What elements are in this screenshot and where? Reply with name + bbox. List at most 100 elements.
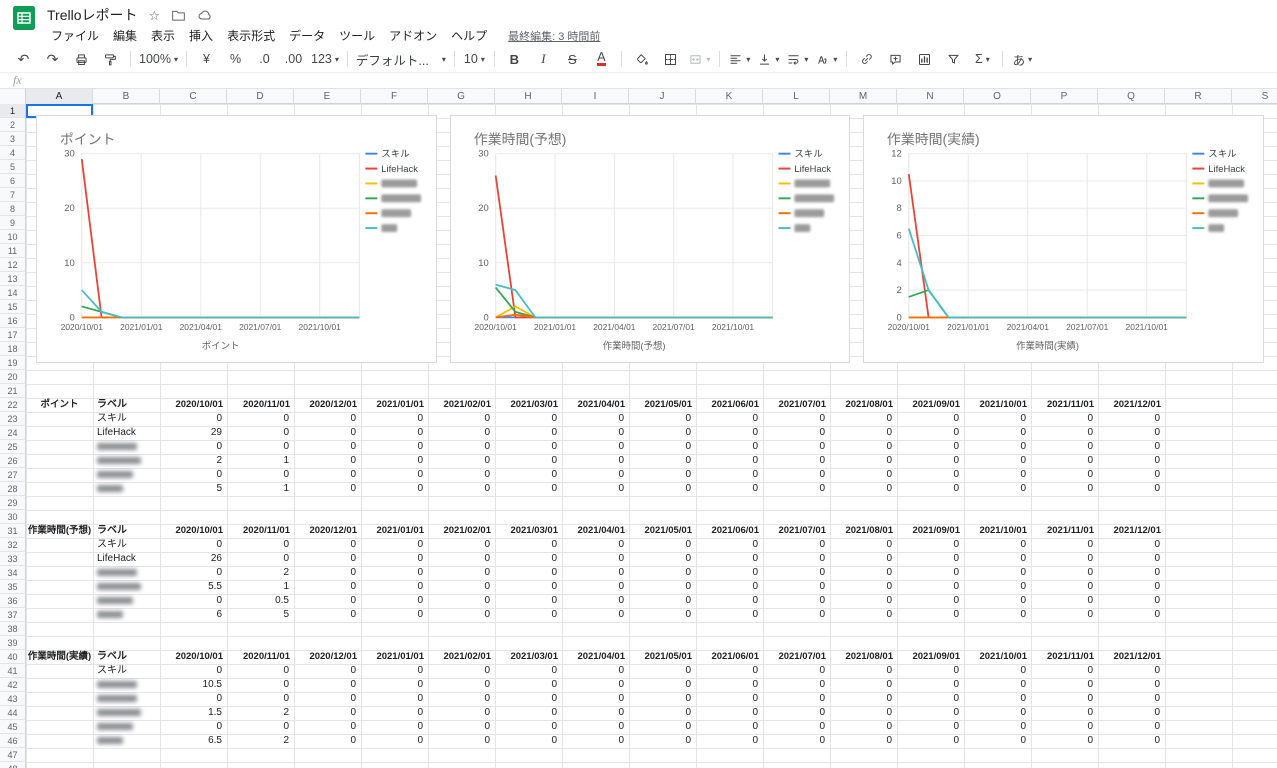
cell[interactable]: 2020/11/01 [227,650,294,664]
cell[interactable]: 0 [897,678,964,692]
cell[interactable] [93,706,160,720]
cell[interactable]: 2021/11/01 [1031,524,1098,538]
cell[interactable]: 0 [227,468,294,482]
column-header[interactable]: F [361,89,428,104]
font-size-select[interactable]: 10 ▾ [460,48,489,70]
menu-item[interactable]: ツール [332,27,382,44]
cell[interactable]: 0 [361,440,428,454]
cell[interactable]: 0 [964,594,1031,608]
cell[interactable]: 2020/10/01 [160,524,227,538]
cell[interactable]: 2021/12/01 [1098,398,1165,412]
cell[interactable]: 0 [696,412,763,426]
cell[interactable]: 2021/09/01 [897,524,964,538]
merge-cells-button[interactable]: ▾ [685,48,714,70]
cell[interactable]: 0 [629,538,696,552]
input-tools-button[interactable]: あ ▾ [1008,48,1037,70]
cell[interactable]: 0 [1031,566,1098,580]
cell[interactable]: 0 [897,720,964,734]
cell[interactable]: 0 [361,468,428,482]
cell[interactable]: 0 [294,608,361,622]
cell[interactable]: 0 [227,664,294,678]
cell[interactable]: 10.5 [160,678,227,692]
cell[interactable]: 0 [495,678,562,692]
cell[interactable]: 0 [629,608,696,622]
cell[interactable]: 0 [964,426,1031,440]
sheets-logo-icon[interactable] [11,5,37,31]
row-header[interactable]: 23 [0,412,26,426]
cell[interactable]: 0 [830,692,897,706]
cell[interactable]: 1 [227,454,294,468]
cell[interactable]: 0 [495,664,562,678]
chart-hours-actual[interactable]: 作業時間(実績) 0 2 4 6 8 10 12 2020/10/01 2021/01/01 202… [863,115,1264,363]
cell[interactable] [93,678,160,692]
cell[interactable]: 0 [1031,608,1098,622]
column-header[interactable]: P [1031,89,1098,104]
cell[interactable]: 0 [361,538,428,552]
column-header[interactable]: H [495,89,562,104]
cell[interactable]: 0 [562,426,629,440]
cell[interactable]: 0 [160,664,227,678]
row-header[interactable]: 14 [0,286,26,300]
cell[interactable]: 2021/04/01 [562,650,629,664]
cell[interactable]: 0 [696,440,763,454]
cell[interactable]: 0 [629,454,696,468]
column-header[interactable]: I [562,89,629,104]
cell[interactable]: 2021/11/01 [1031,650,1098,664]
strikethrough-button[interactable]: S [558,48,587,70]
cell[interactable]: 0 [897,580,964,594]
cell[interactable]: 0 [562,734,629,748]
cell[interactable]: 2021/06/01 [696,650,763,664]
row-header[interactable]: 33 [0,552,26,566]
cell[interactable]: 0 [897,454,964,468]
cell[interactable]: 1 [227,580,294,594]
cell[interactable]: 0 [629,580,696,594]
cell[interactable]: 5 [160,482,227,496]
insert-chart-button[interactable] [910,48,939,70]
cell[interactable]: 0 [1031,706,1098,720]
cell[interactable]: 2021/03/01 [495,524,562,538]
row-header[interactable]: 42 [0,678,26,692]
menu-item[interactable]: ヘルプ [444,27,494,44]
row-header[interactable]: 7 [0,188,26,202]
cell[interactable]: 5 [227,608,294,622]
cell[interactable]: 2021/04/01 [562,524,629,538]
cell[interactable]: 0 [1031,412,1098,426]
cell[interactable]: 0 [763,412,830,426]
cell[interactable]: スキル [93,664,160,678]
cell[interactable]: 0 [763,678,830,692]
cell[interactable]: 2 [227,734,294,748]
row-header[interactable]: 5 [0,160,26,174]
cell[interactable]: 0 [1031,734,1098,748]
cell[interactable]: 2021/03/01 [495,398,562,412]
column-header[interactable]: E [294,89,361,104]
cell[interactable]: 0 [897,482,964,496]
cell[interactable]: 0 [1098,552,1165,566]
cell[interactable]: 0 [227,552,294,566]
cell[interactable]: 0 [428,482,495,496]
cell[interactable]: 0 [629,664,696,678]
cell[interactable]: 0 [1098,734,1165,748]
cell[interactable]: 2 [227,706,294,720]
cell[interactable]: 0 [830,440,897,454]
cell[interactable]: 0 [830,482,897,496]
cell[interactable]: 2021/05/01 [629,398,696,412]
cell[interactable]: 0 [763,468,830,482]
cell[interactable]: 0 [227,678,294,692]
column-header[interactable]: Q [1098,89,1165,104]
cell[interactable]: 0 [629,706,696,720]
cell[interactable]: 0 [1098,720,1165,734]
cell[interactable]: 0 [629,720,696,734]
cell[interactable]: 2021/05/01 [629,524,696,538]
cell[interactable]: 0 [1098,440,1165,454]
cell[interactable]: 0 [897,734,964,748]
cell[interactable]: 0 [629,552,696,566]
row-header[interactable]: 40 [0,650,26,664]
cell[interactable]: 0 [629,468,696,482]
cell[interactable]: 0 [964,566,1031,580]
cell[interactable]: 2021/07/01 [763,524,830,538]
more-formats-button[interactable]: 123 ▾ [308,48,342,70]
cell[interactable]: 0 [428,692,495,706]
create-filter-button[interactable] [939,48,968,70]
cell[interactable]: 0 [428,426,495,440]
document-title[interactable]: Trelloレポート [47,5,138,25]
